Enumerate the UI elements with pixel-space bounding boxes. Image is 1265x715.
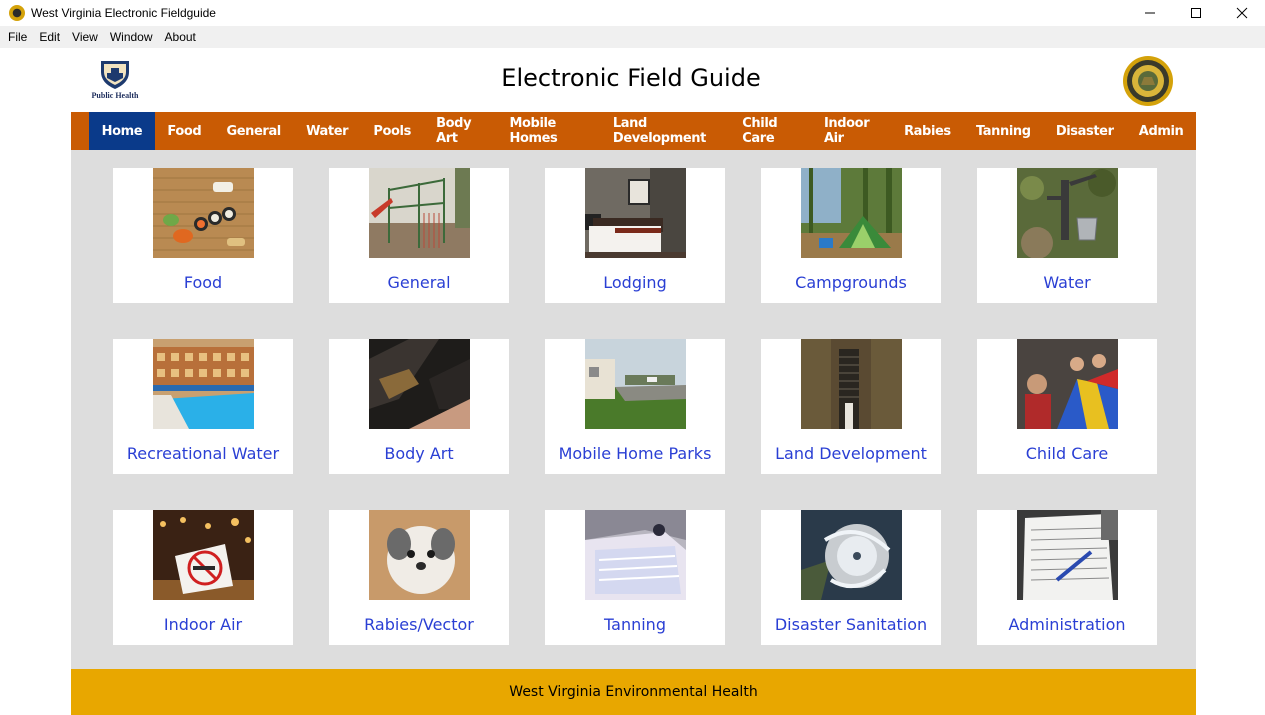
close-icon xyxy=(1236,7,1248,19)
tile-land-development[interactable]: Land Development xyxy=(761,339,941,474)
nav-child-care[interactable]: Child Care xyxy=(730,112,812,150)
tanning-bed-photo xyxy=(585,510,686,600)
tile-label: Food xyxy=(183,273,223,292)
main-nav: Home Food General Water Pools Body Art M… xyxy=(71,112,1196,150)
water-pump-photo xyxy=(1017,168,1118,258)
tile-label: Administration xyxy=(1008,615,1126,634)
no-smoking-sign-photo xyxy=(153,510,254,600)
tattoo-photo xyxy=(369,339,470,429)
page-footer: West Virginia Environmental Health xyxy=(71,669,1196,715)
tile-lodging[interactable]: Lodging xyxy=(545,168,725,303)
tile-administration[interactable]: Administration xyxy=(977,510,1157,645)
tile-label: Mobile Home Parks xyxy=(558,444,712,463)
nav-body-art[interactable]: Body Art xyxy=(424,112,497,150)
minimize-button[interactable] xyxy=(1127,0,1173,26)
nav-rabies[interactable]: Rabies xyxy=(891,112,963,150)
tile-label: Land Development xyxy=(775,444,927,463)
minimize-icon xyxy=(1145,12,1155,14)
menu-view[interactable]: View xyxy=(66,30,104,44)
mobile-home-photo xyxy=(585,339,686,429)
hurricane-photo xyxy=(801,510,902,600)
maximize-button[interactable] xyxy=(1173,0,1219,26)
menu-bar: File Edit View Window About xyxy=(0,26,1265,48)
nav-water[interactable]: Water xyxy=(293,112,360,150)
tile-label: Body Art xyxy=(384,444,454,463)
page-header: Public Health Electronic Field Guide xyxy=(71,48,1196,112)
tile-body-art[interactable]: Body Art xyxy=(329,339,509,474)
menu-about[interactable]: About xyxy=(159,30,202,44)
tile-label: Disaster Sanitation xyxy=(774,615,928,634)
public-health-label: Public Health xyxy=(91,91,139,100)
nav-admin[interactable]: Admin xyxy=(1126,112,1196,150)
nav-food[interactable]: Food xyxy=(155,112,214,150)
app-page: Public Health Electronic Field Guide Hom… xyxy=(71,48,1196,715)
tile-label: Child Care xyxy=(1025,444,1109,463)
tile-mobile-home-parks[interactable]: Mobile Home Parks xyxy=(545,339,725,474)
nav-general[interactable]: General xyxy=(214,112,294,150)
tile-child-care[interactable]: Child Care xyxy=(977,339,1157,474)
tile-label: Indoor Air xyxy=(163,615,243,634)
sushi-photo xyxy=(153,168,254,258)
close-button[interactable] xyxy=(1219,0,1265,26)
tile-water[interactable]: Water xyxy=(977,168,1157,303)
tile-food[interactable]: Food xyxy=(113,168,293,303)
tile-general[interactable]: General xyxy=(329,168,509,303)
tile-tanning[interactable]: Tanning xyxy=(545,510,725,645)
nav-mobile-homes[interactable]: Mobile Homes xyxy=(497,112,600,150)
window-title: West Virginia Electronic Fieldguide xyxy=(31,6,216,20)
menu-window[interactable]: Window xyxy=(104,30,159,44)
tile-label: Water xyxy=(1043,273,1091,292)
app-seal-icon xyxy=(9,5,25,21)
tile-grid: Food General Lodging Campgrounds Water R… xyxy=(71,150,1196,669)
tile-label: Campgrounds xyxy=(795,273,907,292)
playground-photo xyxy=(369,168,470,258)
wv-state-seal-icon xyxy=(1123,56,1173,106)
tile-label: General xyxy=(387,273,451,292)
nav-pools[interactable]: Pools xyxy=(361,112,424,150)
tile-label: Tanning xyxy=(604,615,666,634)
hotel-room-photo xyxy=(585,168,686,258)
footer-text: West Virginia Environmental Health xyxy=(509,684,758,700)
paperwork-photo xyxy=(1017,510,1118,600)
menu-file[interactable]: File xyxy=(2,30,33,44)
window-titlebar: West Virginia Electronic Fieldguide xyxy=(0,0,1265,26)
maximize-icon xyxy=(1191,8,1201,18)
nav-land-development[interactable]: Land Development xyxy=(600,112,729,150)
tile-label: Recreational Water xyxy=(126,444,280,463)
nav-indoor-air[interactable]: Indoor Air xyxy=(811,112,891,150)
septic-pipe-photo xyxy=(801,339,902,429)
nav-disaster[interactable]: Disaster xyxy=(1043,112,1126,150)
puppy-photo xyxy=(369,510,470,600)
tile-campgrounds[interactable]: Campgrounds xyxy=(761,168,941,303)
tile-label: Lodging xyxy=(603,273,667,292)
tile-label: Rabies/Vector xyxy=(364,615,474,634)
tile-disaster-sanitation[interactable]: Disaster Sanitation xyxy=(761,510,941,645)
nav-home[interactable]: Home xyxy=(89,112,155,150)
menu-edit[interactable]: Edit xyxy=(33,30,66,44)
nav-tanning[interactable]: Tanning xyxy=(963,112,1043,150)
tile-recreational-water[interactable]: Recreational Water xyxy=(113,339,293,474)
pool-photo xyxy=(153,339,254,429)
tent-photo xyxy=(801,168,902,258)
tile-rabies-vector[interactable]: Rabies/Vector xyxy=(329,510,509,645)
page-title: Electronic Field Guide xyxy=(501,64,761,92)
tile-indoor-air[interactable]: Indoor Air xyxy=(113,510,293,645)
children-parachute-photo xyxy=(1017,339,1118,429)
